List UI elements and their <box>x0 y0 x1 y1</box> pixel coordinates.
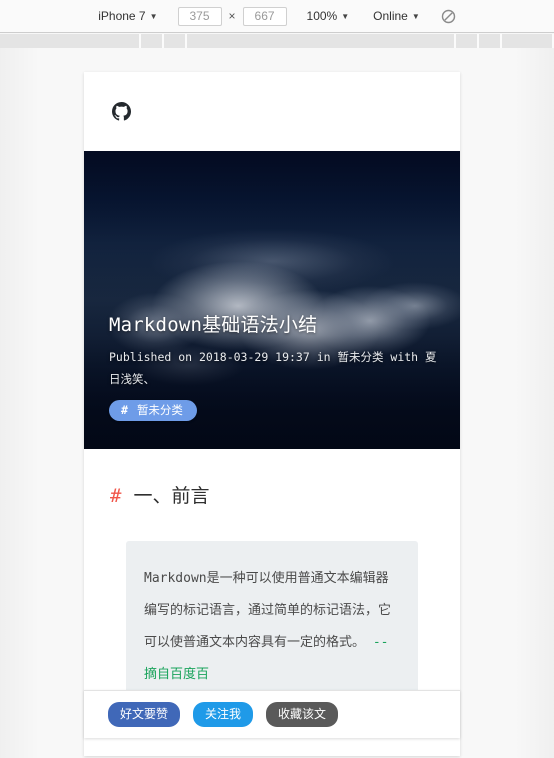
chevron-down-icon: ▼ <box>341 12 350 21</box>
dimension-separator: × <box>228 9 236 23</box>
ruler-segment <box>163 34 185 48</box>
rotate-device-button[interactable] <box>436 5 462 27</box>
site-header <box>84 72 460 151</box>
post-title: Markdown基础语法小结 <box>109 313 318 336</box>
heading-anchor-icon[interactable]: # <box>110 485 121 507</box>
device-select[interactable]: iPhone 7 ▼ <box>92 6 163 26</box>
post-tag-badge[interactable]: # 暂未分类 <box>109 399 197 421</box>
hero-content: Markdown基础语法小结 Published on 2018-03-29 1… <box>109 314 440 421</box>
device-select-trigger[interactable]: iPhone 7 ▼ <box>92 6 163 26</box>
zoom-select-label: 100% <box>306 9 338 23</box>
post-hero-banner: Markdown基础语法小结 Published on 2018-03-29 1… <box>84 151 460 449</box>
follow-button[interactable]: 关注我 <box>193 702 254 727</box>
device-select-label: iPhone 7 <box>98 9 146 23</box>
intro-blockquote-text: Markdown是一种可以使用普通文本编辑器编写的标记语言，通过简单的标记语法，… <box>144 571 392 650</box>
post-action-bar: 好文要赞 关注我 收藏该文 <box>84 690 460 738</box>
viewport-ruler[interactable] <box>0 34 554 48</box>
hash-icon: # <box>121 402 128 417</box>
like-button[interactable]: 好文要赞 <box>108 702 181 727</box>
network-throttle-select[interactable]: Online ▼ <box>367 6 426 26</box>
viewport-dimensions: × <box>177 6 287 26</box>
emulated-page-viewport: Markdown基础语法小结 Published on 2018-03-29 1… <box>0 48 554 758</box>
ruler-segment <box>141 34 162 48</box>
network-throttle-label: Online <box>373 9 408 23</box>
section-heading: # 一、前言 <box>110 481 434 508</box>
section-heading-text: 一、前言 <box>133 486 210 507</box>
devtools-device-toolbar: iPhone 7 ▼ × 100% ▼ Online ▼ <box>0 0 554 33</box>
ruler-segment <box>455 34 478 48</box>
ruler-segment <box>0 34 140 48</box>
zoom-select[interactable]: 100% ▼ <box>301 6 356 26</box>
octocat-icon[interactable] <box>112 102 131 121</box>
ruler-segment <box>186 34 454 48</box>
post-tag-label: 暂未分类 <box>136 402 183 417</box>
site-card: Markdown基础语法小结 Published on 2018-03-29 1… <box>84 72 460 757</box>
ruler-segment <box>479 34 500 48</box>
ruler-segment <box>501 34 552 48</box>
post-meta: Published on 2018-03-29 19:37 in 暂未分类 wi… <box>109 349 437 387</box>
favorite-button[interactable]: 收藏该文 <box>266 702 339 727</box>
rotate-device-icon <box>442 9 456 23</box>
chevron-down-icon: ▼ <box>411 12 420 21</box>
viewport-width-input[interactable] <box>177 6 222 26</box>
chevron-down-icon: ▼ <box>149 12 158 21</box>
viewport-height-input[interactable] <box>242 6 287 26</box>
